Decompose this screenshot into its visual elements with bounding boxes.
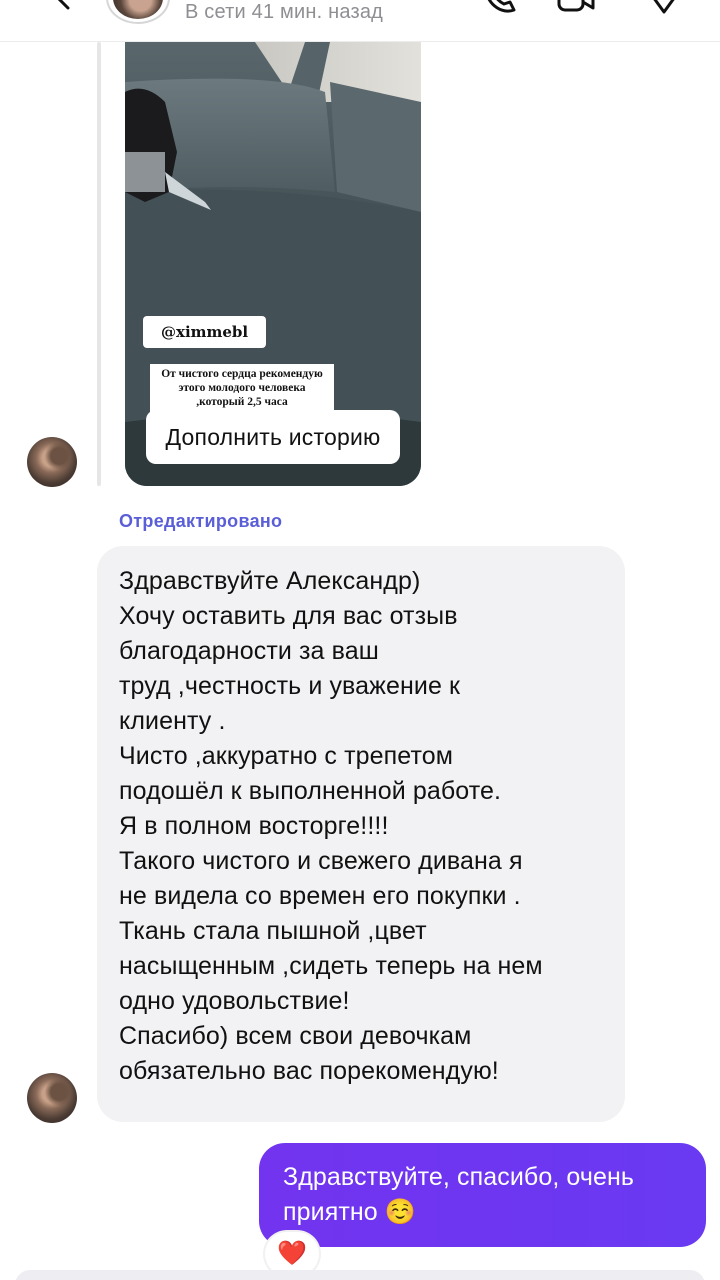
incoming-message[interactable]: Здравствуйте Александр) Хочу оставить дл… (97, 546, 625, 1122)
online-status: В сети 41 мин. назад (185, 1, 384, 23)
edited-label: Отредактировано (119, 511, 283, 531)
message-line: Здравствуйте Александр) (119, 567, 421, 595)
outgoing-message[interactable]: Здравствуйте, спасибо, очень приятно ☺️ (259, 1143, 706, 1247)
message-line: насыщенным ,сидеть теперь на нем (119, 952, 543, 980)
message-line: подошёл к выполненной работе. (119, 777, 502, 805)
story-tag: @ximmebl (143, 316, 267, 348)
chat-screen: В сети 41 мин. назад @ximmebl От чистого… (0, 0, 720, 1280)
message-line: Такого чистого и свежего дивана я (119, 847, 523, 875)
message-line: Хочу оставить для вас отзыв (119, 602, 458, 630)
message-line: Спасибо) всем свои девочкам (119, 1022, 472, 1050)
video-icon[interactable] (556, 0, 596, 16)
story-reply-line (97, 42, 101, 486)
message-line: приятно ☺️ (283, 1198, 417, 1226)
message-line: труд ,честность и уважение к (119, 672, 461, 700)
heart-icon[interactable] (644, 0, 684, 16)
chat-header: В сети 41 мин. назад (0, 0, 720, 42)
message-line: Я в полном восторге!!!! (119, 812, 389, 840)
heart-icon: ❤️ (277, 1240, 307, 1267)
message-composer[interactable] (15, 1270, 705, 1280)
sender-avatar[interactable] (27, 1073, 77, 1123)
message-line: одно удовольствие! (119, 987, 350, 1015)
add-to-story-button[interactable]: Дополнить историю (146, 410, 400, 464)
story-caption: От чистого сердца рекомендую этого молод… (150, 364, 334, 412)
story-preview[interactable]: @ximmebl От чистого сердца рекомендую эт… (125, 42, 421, 486)
phone-icon[interactable] (480, 0, 520, 16)
contact-avatar[interactable] (106, 0, 170, 24)
message-line: обязательно вас порекомендую! (119, 1057, 499, 1085)
message-line: клиенту . (119, 707, 226, 735)
message-line: Ткань стала пышной ,цвет (119, 917, 427, 945)
message-line: Чисто ,аккуратно с трепетом (119, 742, 454, 770)
message-line: не видела со времен его покупки . (119, 882, 521, 910)
message-line: Здравствуйте, спасибо, очень (283, 1163, 635, 1191)
sender-avatar[interactable] (27, 437, 77, 487)
message-line: благодарности за ваш (119, 637, 379, 665)
back-icon[interactable] (46, 0, 86, 22)
